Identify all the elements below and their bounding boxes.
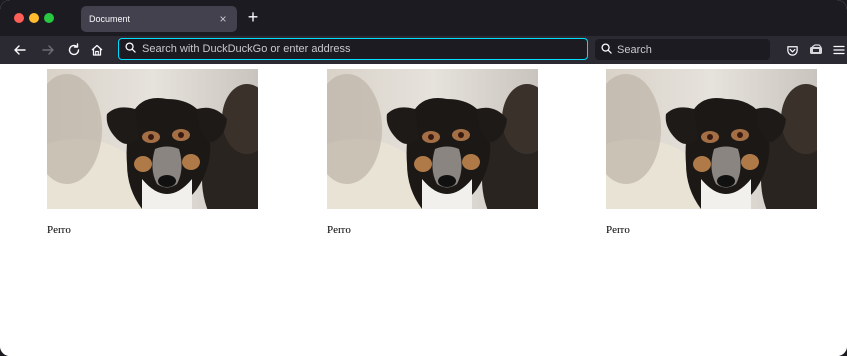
search-input[interactable] — [617, 43, 767, 56]
search-bar[interactable] — [595, 39, 770, 60]
navigation-toolbar — [0, 36, 847, 64]
dog-photo — [47, 69, 258, 209]
dog-card: Perro — [606, 69, 817, 236]
tab-document[interactable]: Document × — [81, 6, 237, 32]
card-caption: Perro — [327, 224, 351, 236]
new-tab-button[interactable]: + — [245, 8, 261, 26]
browser-window: Document × + Search with DuckDuckGo or e… — [0, 0, 847, 356]
tab-strip: Document × + — [0, 0, 847, 36]
close-window-button[interactable] — [14, 13, 24, 23]
address-bar[interactable] — [118, 38, 588, 60]
dog-card: Perro — [47, 69, 258, 236]
search-icon — [125, 40, 136, 58]
search-icon — [601, 41, 612, 59]
extension-icon[interactable] — [807, 41, 825, 59]
menu-icon[interactable] — [830, 41, 847, 59]
home-icon[interactable] — [88, 41, 106, 59]
back-arrow-icon[interactable] — [11, 41, 29, 59]
dog-photo — [327, 69, 538, 209]
card-caption: Perro — [47, 224, 71, 236]
reload-icon[interactable] — [65, 41, 83, 59]
card-caption: Perro — [606, 224, 630, 236]
dog-card: Perro — [327, 69, 538, 236]
dog-photo — [606, 69, 817, 209]
address-input[interactable] — [142, 43, 572, 55]
forward-arrow-icon[interactable] — [39, 41, 57, 59]
page-content: Perro Perro Perro — [0, 64, 847, 356]
tab-close-icon[interactable]: × — [217, 13, 229, 25]
pocket-icon[interactable] — [783, 41, 801, 59]
tab-title: Document — [89, 14, 131, 24]
zoom-window-button[interactable] — [44, 13, 54, 23]
minimize-window-button[interactable] — [29, 13, 39, 23]
